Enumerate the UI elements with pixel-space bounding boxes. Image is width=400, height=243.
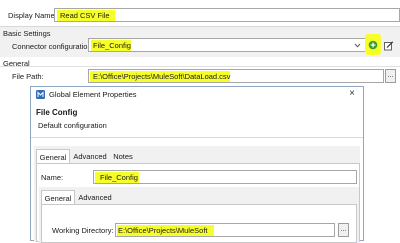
basic-settings-section: Basic Settings Connector configuration: … <box>0 26 400 57</box>
name-label: Name: <box>41 173 64 182</box>
dialog-body-panel: General Advanced Notes Name: File_Config… <box>34 146 360 243</box>
display-name-input[interactable]: Read CSV File <box>54 8 400 22</box>
inner-panel: General Advanced Working Directory: E:\O… <box>39 187 359 243</box>
working-directory-label: Working Directory: <box>52 226 114 235</box>
dialog-title-bar: Global Element Properties × <box>31 87 363 102</box>
dialog-header-divider <box>31 137 363 138</box>
connector-config-label: Connector configuration: <box>12 42 94 51</box>
name-value: File_Config <box>100 173 138 182</box>
basic-settings-heading: Basic Settings <box>3 29 51 38</box>
tab-notes[interactable]: Notes <box>110 153 136 161</box>
edit-icon[interactable] <box>384 41 394 51</box>
chevron-down-icon[interactable] <box>354 42 361 49</box>
display-name-value: Read CSV File <box>60 11 110 20</box>
working-directory-input[interactable]: E:\Office\Projects\MuleSoft <box>115 223 335 237</box>
working-directory-value: E:\Office\Projects\MuleSoft <box>118 226 208 235</box>
dialog-close-button[interactable]: × <box>349 89 355 99</box>
general-divider <box>0 66 400 67</box>
tab-advanced[interactable]: Advanced <box>72 153 108 161</box>
file-path-browse-button[interactable]: ... <box>385 69 396 83</box>
display-name-label: Display Name: <box>8 11 57 20</box>
working-directory-browse-button[interactable]: ... <box>338 223 349 237</box>
dialog-subheading: Default configuration <box>38 121 107 130</box>
dialog-title: Global Element Properties <box>49 90 137 99</box>
connector-config-select[interactable]: File_Config <box>88 38 366 52</box>
file-path-value: E:\Office\Projects\MuleSoft\DataLoad.csv <box>93 72 231 81</box>
add-connector-button[interactable] <box>365 34 381 55</box>
file-path-label: File Path: <box>12 72 44 81</box>
tab-content-general: Name: File_Config General Advanced Worki… <box>36 163 360 243</box>
inner-tab-advanced[interactable]: Advanced <box>77 194 113 202</box>
mulesoft-logo-icon <box>36 90 45 99</box>
global-element-dialog: Global Element Properties × File Config … <box>30 86 364 243</box>
inner-tab-content: Working Directory: E:\Office\Projects\Mu… <box>41 204 357 243</box>
plus-icon <box>368 40 378 50</box>
dialog-heading: File Config <box>36 108 78 117</box>
tab-general[interactable]: General <box>36 149 70 163</box>
connector-config-value: File_Config <box>93 41 131 50</box>
inner-tab-general[interactable]: General <box>41 190 75 204</box>
file-path-input[interactable]: E:\Office\Projects\MuleSoft\DataLoad.csv <box>88 69 384 83</box>
name-input[interactable]: File_Config <box>93 170 357 184</box>
